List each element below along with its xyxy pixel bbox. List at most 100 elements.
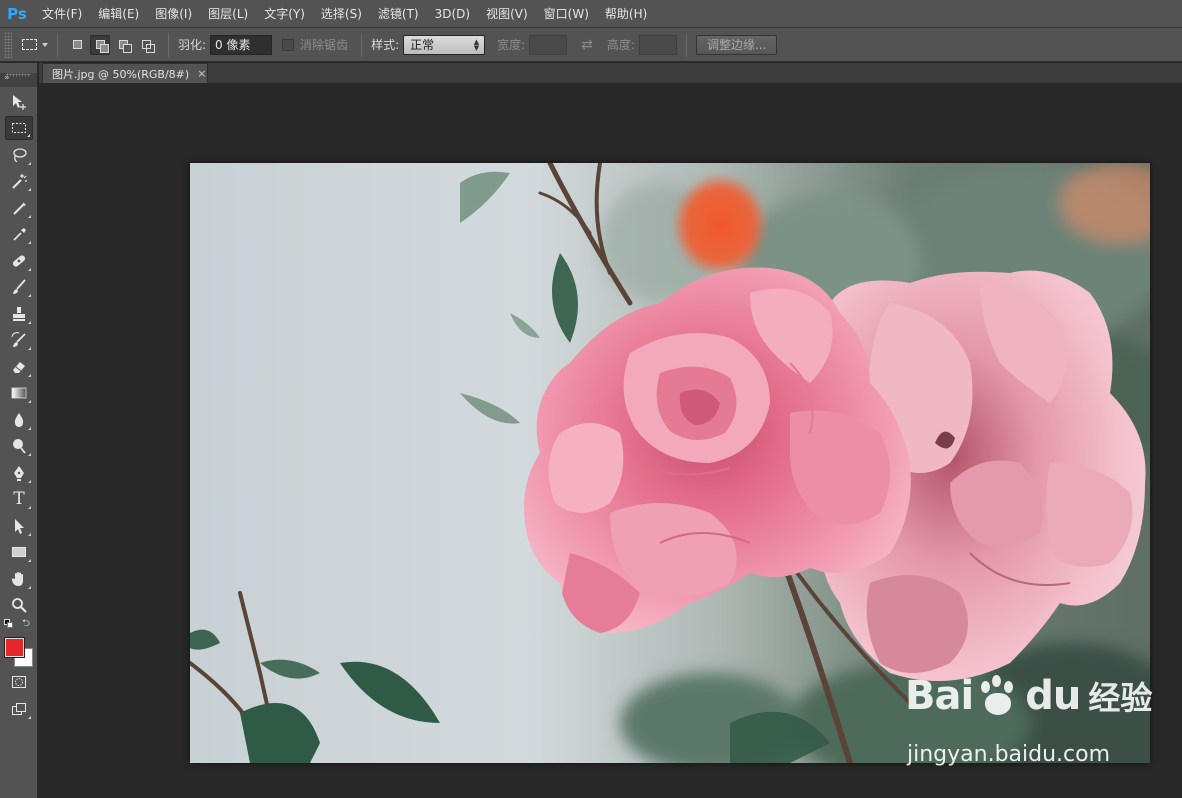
lasso-icon (13, 148, 27, 163)
brush-icon (13, 279, 26, 294)
new-selection-icon (72, 40, 82, 49)
width-input[interactable] (529, 34, 568, 55)
arrow-icon (15, 519, 24, 534)
feather-input[interactable]: 0 像素 (210, 34, 273, 55)
default-colors-icon[interactable] (4, 619, 14, 629)
intersect-selection-icon (141, 40, 155, 53)
document-tab-title: 图片.jpg @ 50%(RGB/8#) (52, 67, 190, 81)
hand-icon (11, 572, 23, 586)
document-tab[interactable]: 图片.jpg @ 50%(RGB/8#) × (42, 63, 208, 83)
quick-mask-button[interactable] (5, 670, 33, 694)
watermark-url: jingyan.baidu.com (907, 742, 1111, 767)
tools-panel-header[interactable]: » (0, 73, 37, 87)
height-label: 高度: (606, 38, 635, 52)
healing-brush-tool[interactable] (5, 249, 33, 273)
panel-grip[interactable] (6, 73, 31, 77)
refine-edge-button[interactable]: 调整边缘... (695, 34, 778, 55)
swap-icon[interactable]: ⇄ (581, 37, 593, 53)
watermark-brand-bai: Bai (905, 673, 974, 719)
rectangular-marquee-tool[interactable] (5, 116, 33, 140)
options-bar: 羽化: 0 像素 消除锯齿 样式: 正常 ▲ ▼ 宽度: ⇄ 高度: 调整边缘..… (0, 28, 1182, 62)
menu-type[interactable]: 文字(Y) (256, 0, 313, 28)
add-to-selection-button[interactable] (90, 34, 110, 55)
clone-stamp-tool[interactable] (5, 302, 33, 326)
menu-file[interactable]: 文件(F) (34, 0, 90, 28)
type-tool[interactable]: T (5, 487, 33, 511)
menu-select[interactable]: 选择(S) (313, 0, 370, 28)
baidu-logo: Bai du 经验 (905, 668, 1152, 724)
close-icon[interactable]: × (197, 67, 206, 80)
baidu-jingyan-watermark: Bai du 经验 jingyan.baidu.com (905, 668, 1175, 778)
antialias-checkbox[interactable] (282, 38, 295, 51)
menu-layer[interactable]: 图层(L) (200, 0, 256, 28)
zoom-tool[interactable] (5, 593, 33, 617)
eraser-icon (13, 362, 25, 373)
collapse-icon[interactable]: » (4, 73, 10, 83)
move-icon (13, 95, 26, 110)
menu-image[interactable]: 图像(I) (147, 0, 200, 28)
menu-window[interactable]: 窗口(W) (536, 0, 597, 28)
menu-filter[interactable]: 滤镜(T) (370, 0, 427, 28)
brush-tool[interactable] (5, 275, 33, 299)
divider (685, 32, 687, 57)
crop-icon (13, 202, 26, 215)
bandage-icon (12, 255, 26, 267)
height-input[interactable] (638, 34, 677, 55)
eyedropper-icon (13, 228, 26, 241)
subtract-from-selection-button[interactable] (113, 35, 133, 55)
quick-mask-icon (12, 676, 26, 688)
eraser-tool[interactable] (5, 355, 33, 379)
pen-icon (14, 466, 24, 481)
screen-mode-button[interactable] (5, 697, 33, 721)
new-selection-button[interactable] (67, 35, 87, 55)
foreground-color-swatch[interactable] (4, 637, 25, 658)
style-label: 样式: (371, 38, 400, 52)
rectangle-icon (12, 547, 26, 557)
menu-bar: Ps 文件(F) 编辑(E) 图像(I) 图层(L) 文字(Y) 选择(S) 滤… (0, 0, 1182, 28)
hand-tool[interactable] (5, 567, 33, 591)
rectangle-tool[interactable] (5, 540, 33, 564)
add-selection-icon (95, 40, 109, 53)
intersect-selection-button[interactable] (136, 35, 156, 55)
lasso-tool[interactable] (5, 143, 33, 167)
move-tool[interactable] (5, 90, 33, 114)
swap-colors-icon[interactable]: ⮌ (22, 616, 30, 633)
eyedropper-tool[interactable] (5, 222, 33, 246)
options-bar-grip[interactable] (4, 31, 12, 58)
tool-preset-picker[interactable] (22, 39, 48, 50)
type-icon: T (13, 489, 25, 509)
subtract-selection-icon (118, 40, 132, 53)
watermark-brand-jingyan: 经验 (1088, 679, 1153, 717)
pen-tool[interactable] (5, 461, 33, 485)
menu-help[interactable]: 帮助(H) (597, 0, 655, 28)
menu-edit[interactable]: 编辑(E) (90, 0, 147, 28)
paw-icon (975, 673, 1021, 719)
path-selection-tool[interactable] (5, 514, 33, 538)
history-brush-icon (11, 332, 26, 347)
divider (168, 32, 169, 57)
gradient-tool[interactable] (5, 381, 33, 405)
tools-panel: » T ⮌ (0, 63, 38, 798)
stamp-icon (13, 307, 25, 321)
menu-view[interactable]: 视图(V) (478, 0, 536, 28)
blur-tool[interactable] (5, 408, 33, 432)
document-tab-bar: 图片.jpg @ 50%(RGB/8#) × (39, 63, 1182, 83)
divider (361, 32, 363, 57)
magic-wand-tool[interactable] (5, 169, 33, 193)
width-label: 宽度: (497, 38, 526, 52)
style-select-value: 正常 (410, 37, 435, 52)
dodge-icon (13, 439, 26, 454)
select-arrows-icon: ▲ ▼ (473, 37, 480, 52)
watermark-brand-du: du (1025, 673, 1081, 719)
gradient-icon (11, 387, 27, 399)
crop-tool[interactable] (5, 196, 33, 220)
antialias-label: 消除锯齿 (300, 38, 349, 52)
menu-3d[interactable]: 3D(D) (427, 0, 478, 28)
drop-icon (14, 413, 24, 427)
photoshop-logo[interactable]: Ps (0, 0, 34, 28)
dodge-tool[interactable] (5, 434, 33, 458)
history-brush-tool[interactable] (5, 328, 33, 352)
marquee-icon (22, 39, 37, 50)
screen-mode-icon (12, 703, 26, 715)
style-select[interactable]: 正常 ▲ ▼ (403, 34, 486, 55)
